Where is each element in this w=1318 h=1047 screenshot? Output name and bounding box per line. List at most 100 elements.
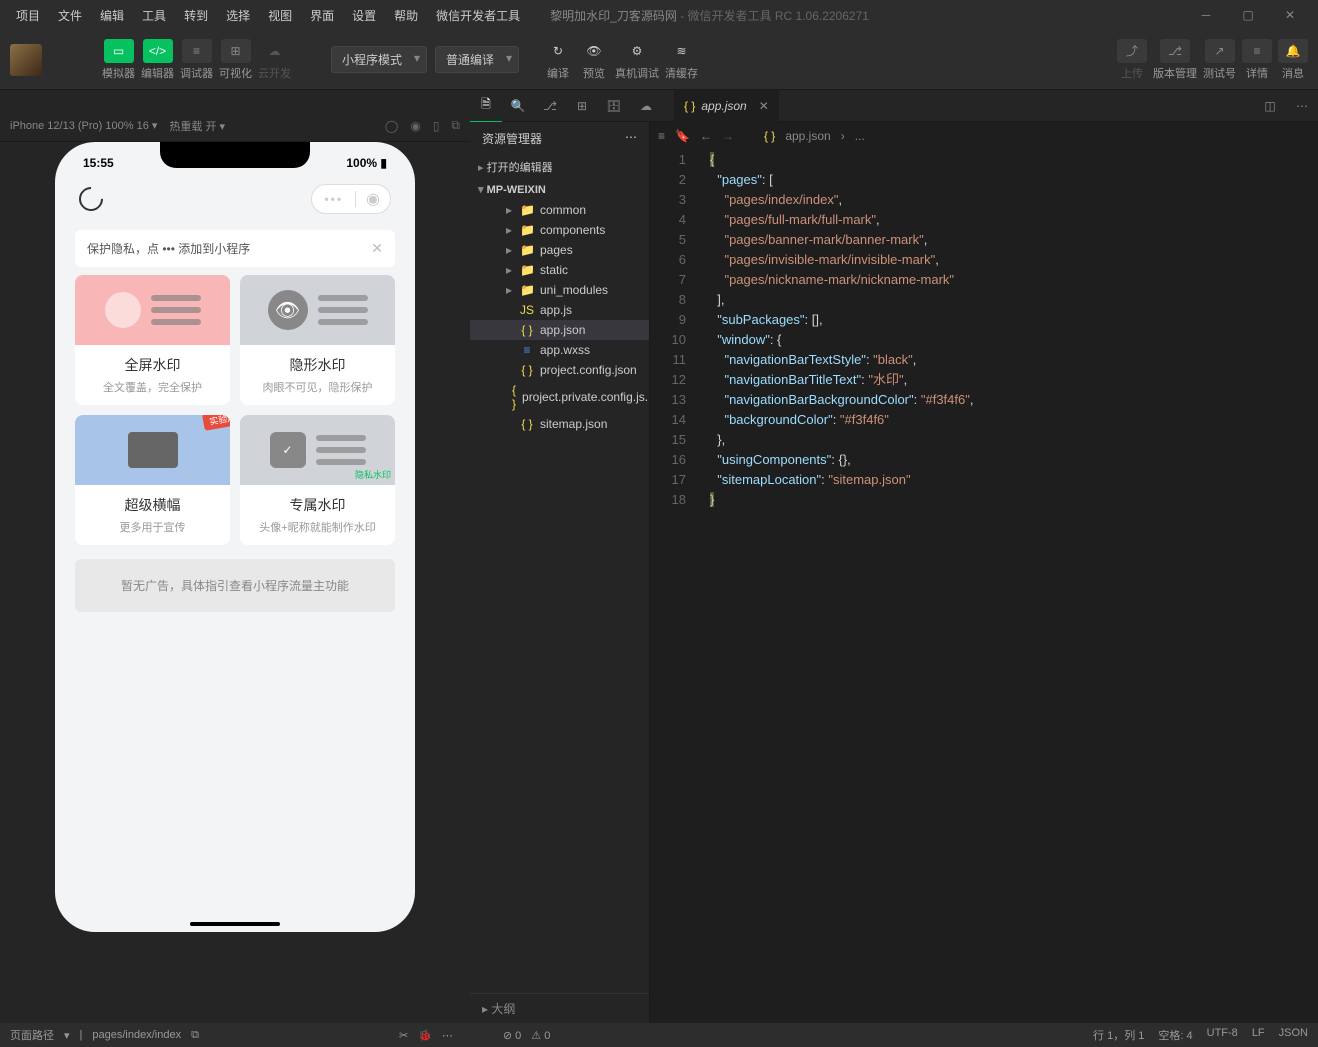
- card-sub: 头像+昵称就能制作水印: [246, 519, 389, 535]
- db-tab-icon[interactable]: 🗄: [598, 90, 630, 122]
- split-icon[interactable]: ◫: [1254, 90, 1286, 122]
- menu-project[interactable]: 项目: [8, 3, 48, 28]
- bug-icon[interactable]: 🐞: [418, 1029, 432, 1042]
- git-tab-icon[interactable]: ⎇: [534, 90, 566, 122]
- menu-goto[interactable]: 转到: [176, 3, 216, 28]
- breadcrumb-more[interactable]: ...: [855, 129, 865, 143]
- editor-icon[interactable]: </>: [143, 39, 173, 63]
- tree-item-app.json[interactable]: { }app.json: [470, 320, 649, 340]
- root-section[interactable]: MP-WEIXIN: [470, 179, 649, 200]
- open-editors-section[interactable]: 打开的编辑器: [470, 155, 649, 179]
- debugger-icon[interactable]: ≡: [182, 39, 212, 63]
- compile-select[interactable]: 普通编译: [435, 46, 519, 73]
- visualize-label: 可视化: [219, 65, 252, 81]
- tree-item-pages[interactable]: ▸📁pages: [470, 240, 649, 260]
- menu-file[interactable]: 文件: [50, 3, 90, 28]
- mode-select[interactable]: 小程序模式: [331, 46, 427, 73]
- maximize-icon[interactable]: ▢: [1228, 0, 1268, 30]
- outline-section[interactable]: 大纲: [470, 993, 649, 1023]
- tab-close-icon[interactable]: ✕: [759, 99, 769, 113]
- cloud-icon[interactable]: ☁: [260, 39, 290, 63]
- shield-icon: ✓: [270, 432, 306, 468]
- code-editor[interactable]: ≡ 🔖 ← → { } app.json › ... 1234567891011…: [650, 122, 1318, 1023]
- capsule-close-icon[interactable]: ◉: [356, 185, 390, 213]
- cursor-pos[interactable]: 行 1，列 1: [1093, 1027, 1144, 1043]
- preview-icon[interactable]: 👁: [579, 39, 609, 63]
- tree-item-uni_modules[interactable]: ▸📁uni_modules: [470, 280, 649, 300]
- copy-icon[interactable]: ⧉: [191, 1029, 199, 1042]
- menu-tool[interactable]: 工具: [134, 3, 174, 28]
- more-icon[interactable]: ⋯: [1286, 90, 1318, 122]
- version-icon[interactable]: ⎇: [1160, 39, 1190, 63]
- cache-icon[interactable]: ≋: [667, 39, 697, 63]
- search-tab-icon[interactable]: 🔍: [502, 90, 534, 122]
- card-banner[interactable]: 实验用水印超级横幅更多用于宣传: [75, 415, 230, 545]
- warning-count[interactable]: ⚠ 0: [531, 1029, 550, 1042]
- device-icon[interactable]: ▯: [433, 119, 440, 133]
- menu-help[interactable]: 帮助: [386, 3, 426, 28]
- reload-icon[interactable]: [74, 182, 108, 216]
- bookmark-icon[interactable]: 🔖: [675, 129, 690, 143]
- card-title: 专属水印: [246, 495, 389, 515]
- avatar[interactable]: [10, 44, 42, 76]
- close-icon[interactable]: ✕: [1270, 0, 1310, 30]
- simulator-icon[interactable]: ▭: [104, 39, 134, 63]
- tree-item-app.wxss[interactable]: ≡app.wxss: [470, 340, 649, 360]
- hot-reload[interactable]: 热重载 开 ▾: [169, 118, 225, 134]
- encoding[interactable]: UTF-8: [1207, 1027, 1238, 1043]
- toc-icon[interactable]: ≡: [658, 129, 665, 143]
- page-path[interactable]: pages/index/index: [92, 1029, 181, 1041]
- tree-item-components[interactable]: ▸📁components: [470, 220, 649, 240]
- refresh-icon[interactable]: ◯: [385, 119, 398, 133]
- testid-icon[interactable]: ↗: [1205, 39, 1235, 63]
- upload-icon[interactable]: ⤴: [1117, 39, 1147, 63]
- card-fullscreen[interactable]: 全屏水印全文覆盖，完全保护: [75, 275, 230, 405]
- tree-item-project.config.json[interactable]: { }project.config.json: [470, 360, 649, 380]
- device-info[interactable]: iPhone 12/13 (Pro) 100% 16 ▾: [10, 119, 157, 132]
- minimize-icon[interactable]: ─: [1186, 0, 1226, 30]
- menu-edit[interactable]: 编辑: [92, 3, 132, 28]
- tree-item-common[interactable]: ▸📁common: [470, 200, 649, 220]
- indent[interactable]: 空格: 4: [1158, 1027, 1192, 1043]
- tip-close-icon[interactable]: ✕: [371, 240, 383, 257]
- back-icon[interactable]: ←: [700, 129, 712, 143]
- lang-mode[interactable]: JSON: [1279, 1027, 1308, 1043]
- menu-select[interactable]: 选择: [218, 3, 258, 28]
- popout-icon[interactable]: ⧉: [451, 118, 460, 133]
- remote-icon[interactable]: ⚙: [622, 39, 652, 63]
- tree-item-static[interactable]: ▸📁static: [470, 260, 649, 280]
- path-label: 页面路径: [10, 1027, 54, 1043]
- tree-item-project.private.config.js...[interactable]: { }project.private.config.js...: [470, 380, 649, 414]
- card-nickname[interactable]: ✓隐私水印专属水印头像+昵称就能制作水印: [240, 415, 395, 545]
- cloud-tab-icon[interactable]: ☁: [630, 90, 662, 122]
- card-invisible[interactable]: 👁隐形水印肉眼不可见，隐形保护: [240, 275, 395, 405]
- eyeoff-icon: 👁: [268, 290, 308, 330]
- explorer-more-icon[interactable]: ⋯: [625, 130, 637, 147]
- menu-view[interactable]: 视图: [260, 3, 300, 28]
- menu-wx[interactable]: 微信开发者工具: [428, 3, 528, 28]
- cut-icon[interactable]: ✂: [399, 1029, 408, 1042]
- json-icon: { }: [764, 129, 775, 143]
- menu-settings[interactable]: 设置: [344, 3, 384, 28]
- explorer-tab-icon[interactable]: 🗎: [470, 90, 502, 122]
- compile-icon[interactable]: ↻: [543, 39, 573, 63]
- capsule-button[interactable]: •••◉: [311, 184, 391, 214]
- details-icon[interactable]: ≡: [1242, 39, 1272, 63]
- tree-item-sitemap.json[interactable]: { }sitemap.json: [470, 414, 649, 434]
- menu-ui[interactable]: 界面: [302, 3, 342, 28]
- tree-item-app.js[interactable]: JSapp.js: [470, 300, 649, 320]
- visualize-icon[interactable]: ⊞: [221, 39, 251, 63]
- more-status-icon[interactable]: ⋯: [442, 1029, 453, 1042]
- eol[interactable]: LF: [1252, 1027, 1265, 1043]
- fwd-icon[interactable]: →: [722, 129, 734, 143]
- upload-label: 上传: [1121, 65, 1143, 81]
- breadcrumb-file[interactable]: app.json: [785, 129, 830, 143]
- file-tab[interactable]: { }app.json✕: [674, 90, 779, 122]
- json-icon: { }: [684, 99, 695, 113]
- error-count[interactable]: ⊘ 0: [503, 1029, 521, 1042]
- tip-bar[interactable]: 保护隐私，点 ••• 添加到小程序✕: [75, 230, 395, 267]
- record-icon[interactable]: ◉: [410, 119, 420, 133]
- ext-tab-icon[interactable]: ⊞: [566, 90, 598, 122]
- msg-icon[interactable]: 🔔: [1278, 39, 1308, 63]
- capsule-menu-icon[interactable]: •••: [312, 188, 355, 210]
